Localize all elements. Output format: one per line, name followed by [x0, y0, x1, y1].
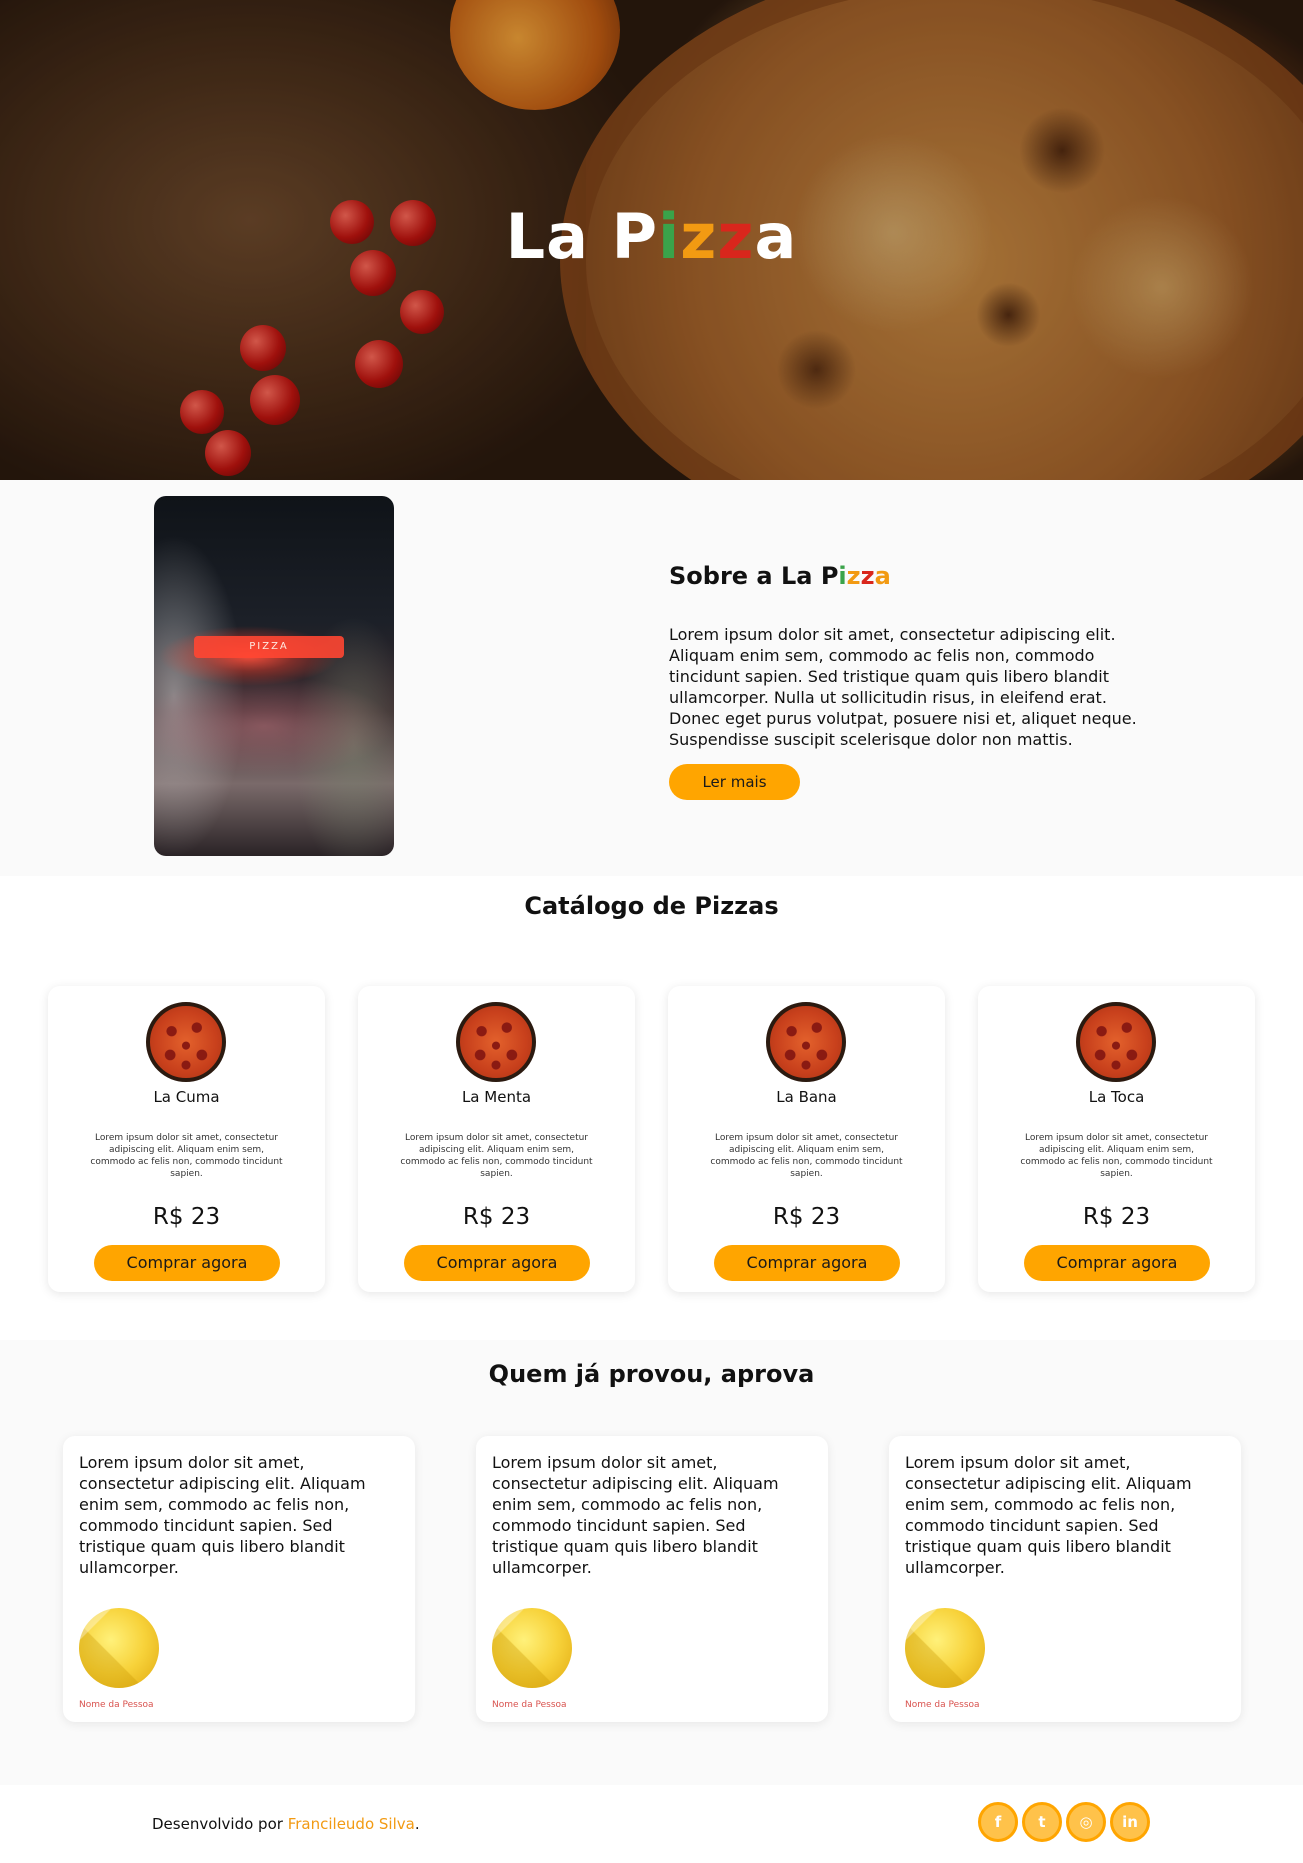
- testimonial-text: Lorem ipsum dolor sit amet, consectetur …: [492, 1453, 779, 1577]
- pizza-image: [456, 1002, 536, 1082]
- pizza-name: La Cuma: [153, 1088, 220, 1106]
- avatar: [492, 1608, 572, 1688]
- pizza-price: R$ 23: [152, 1204, 221, 1230]
- testimonial-card: Lorem ipsum dolor sit amet, consectetur …: [476, 1436, 828, 1722]
- pizza-name: La Bana: [776, 1088, 837, 1106]
- footer-credit: Desenvolvido por Francileudo Silva.: [152, 1815, 420, 1833]
- footer: Desenvolvido por Francileudo Silva. f t …: [0, 1785, 1303, 1863]
- pizza-image: [146, 1002, 226, 1082]
- pizza-card: La Cuma Lorem ipsum dolor sit amet, cons…: [48, 986, 325, 1292]
- testimonial-text: Lorem ipsum dolor sit amet, consectetur …: [905, 1453, 1192, 1577]
- buy-now-button[interactable]: Comprar agora: [404, 1245, 590, 1281]
- testimonial-author: Nome da Pessoa: [492, 1700, 567, 1710]
- twitter-icon[interactable]: t: [1022, 1802, 1062, 1842]
- author-link[interactable]: Francileudo Silva: [288, 1815, 415, 1833]
- about-section: PIZZA Sobre a La Pizza Lorem ipsum dolor…: [0, 480, 1303, 876]
- pizza-card: La Menta Lorem ipsum dolor sit amet, con…: [358, 986, 635, 1292]
- about-title: Sobre a La Pizza: [669, 562, 891, 590]
- instagram-icon[interactable]: ◎: [1066, 1802, 1106, 1842]
- pizza-price: R$ 23: [462, 1204, 531, 1230]
- testimonials-title: Quem já provou, aprova: [488, 1360, 815, 1388]
- pizza-description: Lorem ipsum dolor sit amet, consectetur …: [90, 1133, 283, 1179]
- avatar: [79, 1608, 159, 1688]
- pizza-name: La Toca: [1088, 1088, 1145, 1106]
- linkedin-icon[interactable]: in: [1110, 1802, 1150, 1842]
- testimonial-author: Nome da Pessoa: [79, 1700, 154, 1710]
- buy-now-button[interactable]: Comprar agora: [94, 1245, 280, 1281]
- pizza-image: [766, 1002, 846, 1082]
- about-content: Sobre a La Pizza Lorem ipsum dolor sit a…: [669, 562, 1149, 800]
- testimonial-author: Nome da Pessoa: [905, 1700, 980, 1710]
- pizza-card: La Toca Lorem ipsum dolor sit amet, cons…: [978, 986, 1255, 1292]
- pizza-description: Lorem ipsum dolor sit amet, consectetur …: [1020, 1133, 1213, 1179]
- about-body: Lorem ipsum dolor sit amet, consectetur …: [669, 625, 1137, 749]
- buy-now-button[interactable]: Comprar agora: [714, 1245, 900, 1281]
- pizza-card-list: La Cuma Lorem ipsum dolor sit amet, cons…: [48, 986, 1255, 1292]
- pizza-price: R$ 23: [1082, 1204, 1151, 1230]
- avatar: [905, 1608, 985, 1688]
- testimonial-card: Lorem ipsum dolor sit amet, consectetur …: [63, 1436, 415, 1722]
- hero-banner: La Pizza: [0, 0, 1303, 480]
- catalog-section: Catálogo de Pizzas La Cuma Lorem ipsum d…: [0, 876, 1303, 1340]
- neon-sign: PIZZA: [194, 636, 344, 658]
- buy-now-button[interactable]: Comprar agora: [1024, 1245, 1210, 1281]
- testimonial-text: Lorem ipsum dolor sit amet, consectetur …: [79, 1453, 366, 1577]
- pizza-description: Lorem ipsum dolor sit amet, consectetur …: [710, 1133, 903, 1179]
- testimonials-section: Quem já provou, aprova Lorem ipsum dolor…: [0, 1340, 1303, 1785]
- catalog-title: Catálogo de Pizzas: [524, 892, 779, 920]
- facebook-icon[interactable]: f: [978, 1802, 1018, 1842]
- pizza-image: [1076, 1002, 1156, 1082]
- pizza-description: Lorem ipsum dolor sit amet, consectetur …: [400, 1133, 593, 1179]
- pizza-name: La Menta: [461, 1088, 532, 1106]
- pizza-card: La Bana Lorem ipsum dolor sit amet, cons…: [668, 986, 945, 1292]
- testimonial-card: Lorem ipsum dolor sit amet, consectetur …: [889, 1436, 1241, 1722]
- pizzeria-storefront-image: PIZZA: [154, 496, 394, 856]
- hero-title: La Pizza: [505, 200, 798, 273]
- pizza-price: R$ 23: [772, 1204, 841, 1230]
- read-more-button[interactable]: Ler mais: [669, 764, 800, 800]
